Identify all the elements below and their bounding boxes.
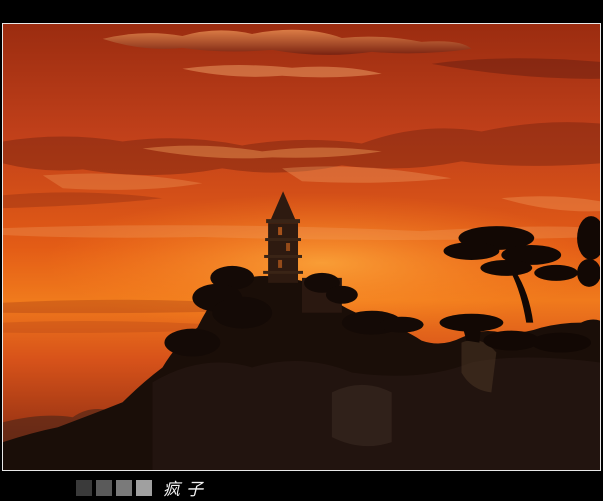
swatch-1 (76, 480, 92, 496)
swatch-4 (136, 480, 152, 496)
swatch-2 (96, 480, 112, 496)
photo-frame: 疯子 (0, 0, 603, 501)
footer-bar (0, 472, 603, 501)
swatch-3 (116, 480, 132, 496)
photographer-signature: 疯子 (163, 480, 209, 500)
sunset-pagoda-photo (2, 23, 601, 471)
photo-image (3, 24, 600, 470)
rock-face (331, 384, 392, 447)
